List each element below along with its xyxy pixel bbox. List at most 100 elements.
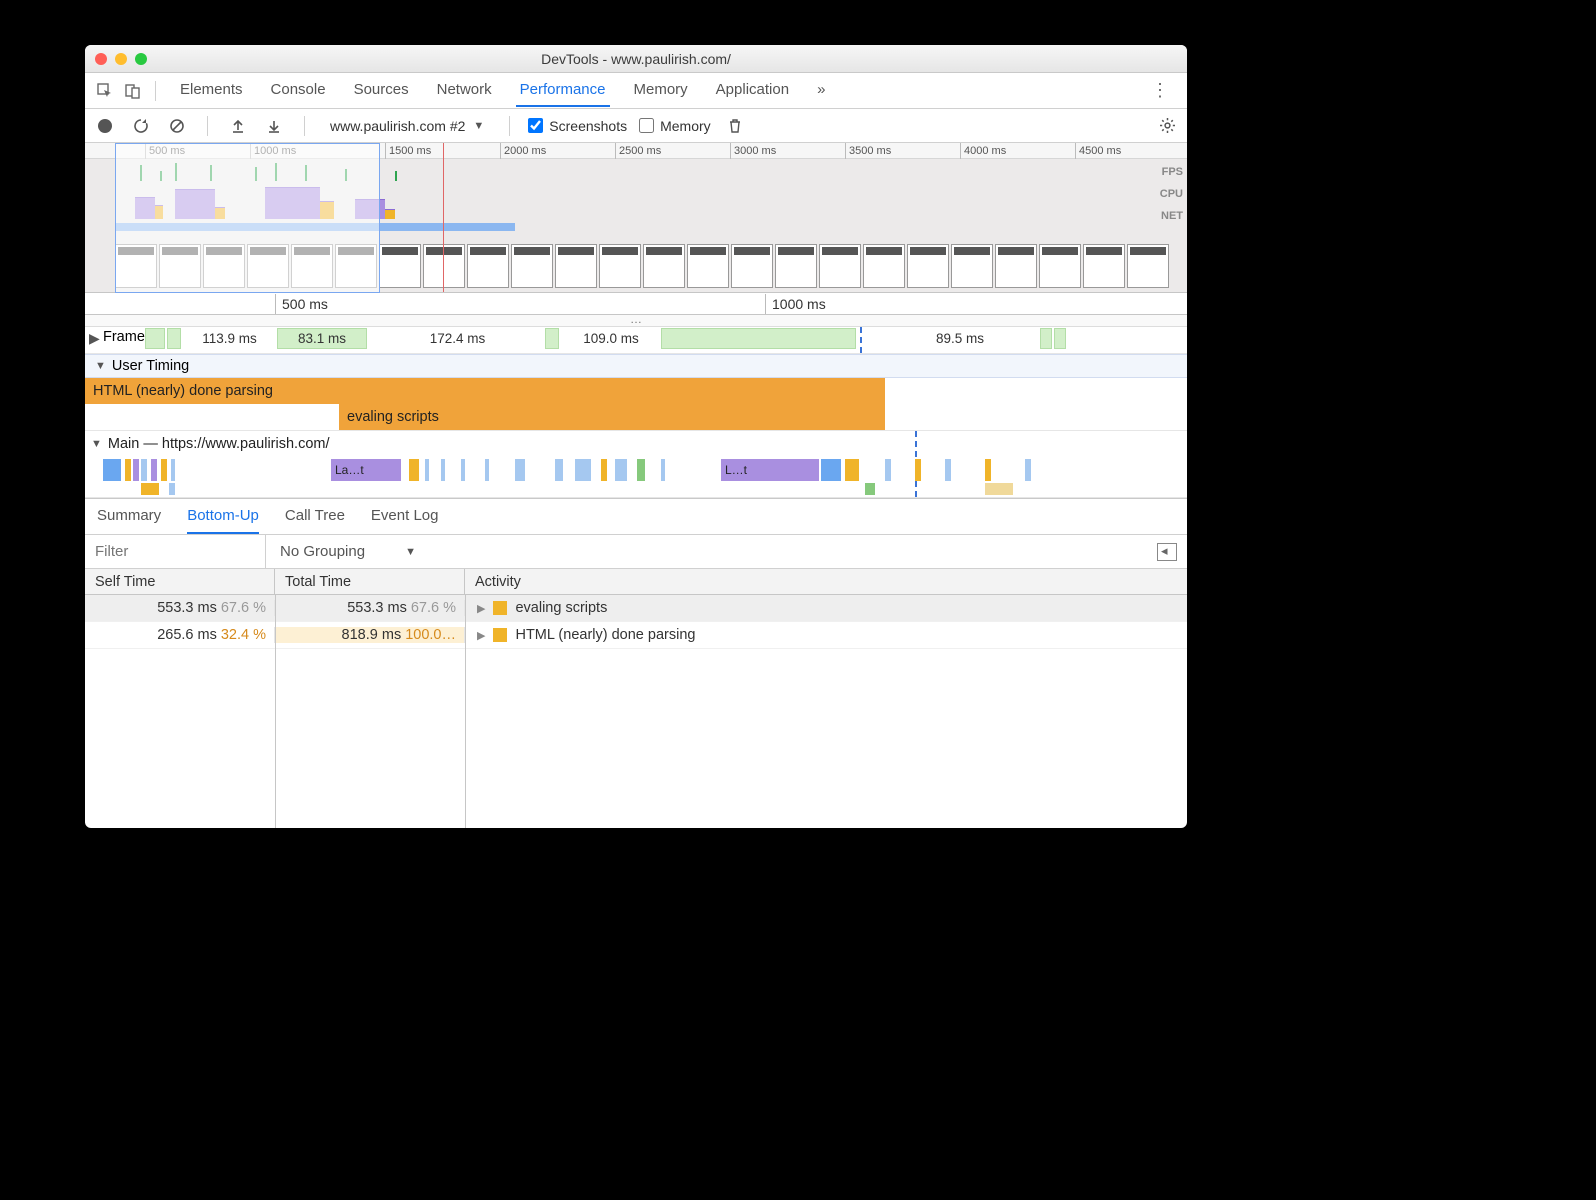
record-button[interactable] bbox=[93, 114, 117, 138]
main-track: ▼ Main — https://www.paulirish.com/ La…t bbox=[85, 431, 1187, 498]
device-toolbar-icon[interactable] bbox=[121, 79, 145, 103]
memory-checkbox-input[interactable] bbox=[639, 118, 654, 133]
window-title: DevTools - www.paulirish.com/ bbox=[85, 51, 1187, 67]
overview-pane[interactable]: 500 ms 1000 ms 1500 ms 2000 ms 2500 ms 3… bbox=[85, 143, 1187, 293]
memory-label: Memory bbox=[660, 118, 711, 134]
load-profile-icon[interactable] bbox=[226, 114, 250, 138]
frame-cell[interactable]: 172.4 ms bbox=[370, 328, 545, 349]
tab-console[interactable]: Console bbox=[267, 74, 330, 107]
detail-ruler: 500 ms 1000 ms bbox=[85, 293, 1187, 315]
flamechart[interactable]: ▶ Frames 113.9 ms 83.1 ms 172.4 ms 109.0… bbox=[85, 327, 1187, 498]
user-timing-label: User Timing bbox=[112, 358, 189, 374]
table-row[interactable]: 553.3 ms67.6 % 553.3 ms67.6 % ▶evaling s… bbox=[85, 595, 1187, 622]
screenshots-checkbox-input[interactable] bbox=[528, 118, 543, 133]
cpu-label: CPU bbox=[1160, 183, 1183, 205]
col-total-time[interactable]: Total Time bbox=[275, 569, 465, 594]
overview-tick: 4500 ms bbox=[1075, 143, 1121, 159]
tab-performance[interactable]: Performance bbox=[516, 74, 610, 107]
self-time-pct: 32.4 % bbox=[221, 627, 266, 643]
expand-icon[interactable]: ▶ bbox=[89, 330, 100, 347]
color-swatch-icon bbox=[493, 601, 507, 615]
details-tabs: Summary Bottom-Up Call Tree Event Log bbox=[85, 499, 1187, 535]
flame-entry[interactable]: La…t bbox=[331, 459, 401, 481]
user-timing-bar[interactable]: evaling scripts bbox=[339, 404, 885, 430]
performance-toolbar: www.paulirish.com #2 ▼ Screenshots Memor… bbox=[85, 109, 1187, 143]
kebab-menu-icon[interactable]: ⋮ bbox=[1141, 80, 1179, 101]
memory-checkbox[interactable]: Memory bbox=[639, 118, 711, 134]
net-label: NET bbox=[1160, 205, 1183, 227]
col-self-time[interactable]: Self Time bbox=[85, 569, 275, 594]
tab-call-tree[interactable]: Call Tree bbox=[285, 507, 345, 534]
frames-track: ▶ Frames 113.9 ms 83.1 ms 172.4 ms 109.0… bbox=[85, 327, 1187, 354]
chevron-down-icon: ▼ bbox=[405, 546, 416, 558]
total-time-pct: 67.6 % bbox=[411, 600, 456, 616]
overview-tick: 2000 ms bbox=[500, 143, 546, 159]
frame-cell[interactable]: 89.5 ms bbox=[880, 328, 1040, 349]
grouping-value: No Grouping bbox=[280, 543, 365, 560]
overview-tick: 3500 ms bbox=[845, 143, 891, 159]
frame-cell[interactable]: 113.9 ms bbox=[182, 328, 277, 349]
expand-icon[interactable]: ▶ bbox=[477, 629, 485, 642]
main-track-label: Main — https://www.paulirish.com/ bbox=[108, 436, 330, 452]
filter-input[interactable] bbox=[85, 543, 265, 560]
screenshots-checkbox[interactable]: Screenshots bbox=[528, 118, 627, 134]
tab-application[interactable]: Application bbox=[712, 74, 793, 107]
tab-memory[interactable]: Memory bbox=[630, 74, 692, 107]
divider bbox=[155, 81, 156, 101]
overview-tick: 2500 ms bbox=[615, 143, 661, 159]
detail-tick: 1000 ms bbox=[765, 294, 826, 314]
frame-cell[interactable]: 109.0 ms bbox=[561, 328, 661, 349]
overview-selection[interactable] bbox=[115, 143, 380, 293]
total-time-value: 553.3 ms bbox=[347, 600, 407, 616]
total-time-pct: 100.0… bbox=[405, 627, 456, 643]
titlebar: DevTools - www.paulirish.com/ bbox=[85, 45, 1187, 73]
tab-sources[interactable]: Sources bbox=[350, 74, 413, 107]
tab-bottom-up[interactable]: Bottom-Up bbox=[187, 507, 259, 534]
col-activity[interactable]: Activity bbox=[465, 569, 1187, 594]
filter-bar: No Grouping ▼ bbox=[85, 535, 1187, 569]
flame-entry[interactable]: L…t bbox=[721, 459, 791, 481]
divider bbox=[509, 116, 510, 136]
capture-settings-icon[interactable] bbox=[1155, 114, 1179, 138]
overview-lane-labels: FPS CPU NET bbox=[1160, 161, 1183, 227]
tab-network[interactable]: Network bbox=[433, 74, 496, 107]
self-time-value: 553.3 ms bbox=[157, 600, 217, 616]
save-profile-icon[interactable] bbox=[262, 114, 286, 138]
tabs-overflow-icon[interactable]: » bbox=[813, 74, 829, 107]
grouping-select[interactable]: No Grouping ▼ bbox=[265, 535, 430, 568]
clear-button[interactable] bbox=[165, 114, 189, 138]
table-row[interactable]: 265.6 ms32.4 % 818.9 ms100.0… ▶HTML (nea… bbox=[85, 622, 1187, 649]
user-timing-bar[interactable]: HTML (nearly) done parsing bbox=[85, 378, 885, 404]
collapsed-tracks-indicator[interactable]: … bbox=[85, 315, 1187, 327]
detail-tick: 500 ms bbox=[275, 294, 328, 314]
collapse-icon[interactable]: ▼ bbox=[95, 360, 106, 372]
fps-label: FPS bbox=[1160, 161, 1183, 183]
reload-record-button[interactable] bbox=[129, 114, 153, 138]
overview-tick: 1500 ms bbox=[385, 143, 431, 159]
collapse-icon[interactable]: ▼ bbox=[91, 438, 102, 450]
total-time-value: 818.9 ms bbox=[342, 627, 402, 643]
activity-name: evaling scripts bbox=[515, 600, 607, 616]
screenshots-label: Screenshots bbox=[549, 118, 627, 134]
recording-select-value: www.paulirish.com #2 bbox=[330, 118, 465, 134]
recording-select[interactable]: www.paulirish.com #2 ▼ bbox=[323, 115, 491, 137]
frame-cell[interactable]: 83.1 ms bbox=[277, 328, 367, 349]
expand-icon[interactable]: ▶ bbox=[477, 602, 485, 615]
activity-name: HTML (nearly) done parsing bbox=[515, 627, 695, 643]
user-timing-track: ▼ User Timing HTML (nearly) done parsing… bbox=[85, 354, 1187, 431]
chevron-down-icon: ▼ bbox=[473, 120, 484, 132]
tab-summary[interactable]: Summary bbox=[97, 507, 161, 534]
tab-elements[interactable]: Elements bbox=[176, 74, 247, 107]
tab-event-log[interactable]: Event Log bbox=[371, 507, 439, 534]
overview-marker bbox=[443, 143, 444, 292]
devtools-window: DevTools - www.paulirish.com/ Elements C… bbox=[85, 45, 1187, 828]
panel-tabs-row: Elements Console Sources Network Perform… bbox=[85, 73, 1187, 109]
color-swatch-icon bbox=[493, 628, 507, 642]
collect-garbage-icon[interactable] bbox=[723, 114, 747, 138]
overview-tick: 3000 ms bbox=[730, 143, 776, 159]
inspect-element-icon[interactable] bbox=[93, 79, 117, 103]
divider bbox=[207, 116, 208, 136]
details-pane: Summary Bottom-Up Call Tree Event Log No… bbox=[85, 498, 1187, 828]
overview-tick: 4000 ms bbox=[960, 143, 1006, 159]
heaviest-stack-icon[interactable] bbox=[1157, 543, 1177, 561]
